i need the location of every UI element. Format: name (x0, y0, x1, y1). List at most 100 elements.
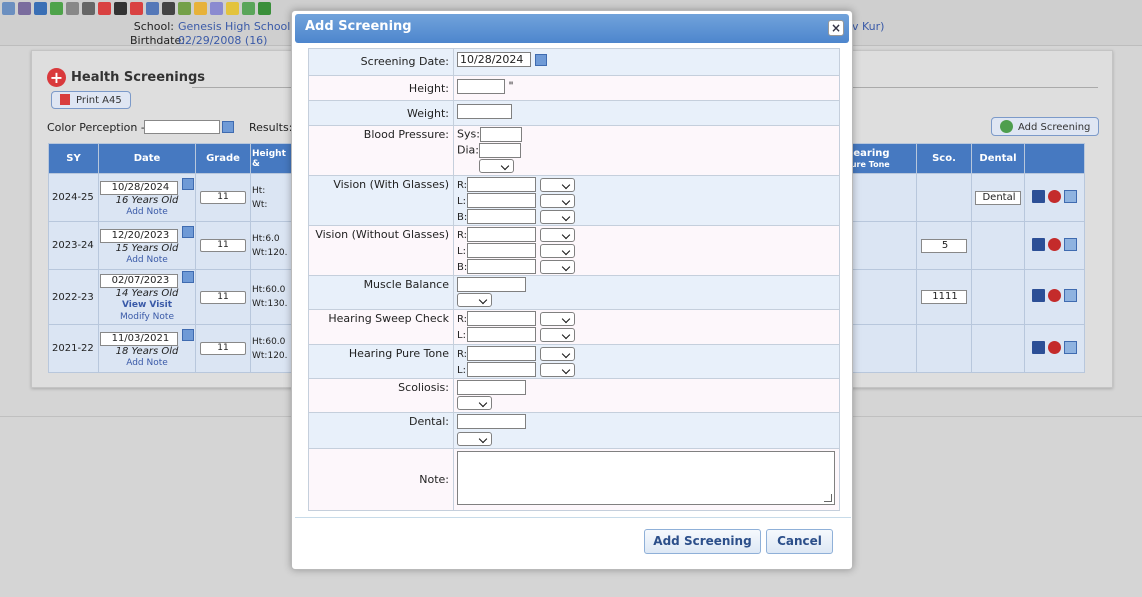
dental-input[interactable] (457, 414, 526, 429)
calendar-icon[interactable] (181, 177, 194, 190)
details-icon[interactable] (1064, 237, 1078, 251)
details-icon[interactable] (1064, 289, 1078, 302)
row-ht-value[interactable]: 60.0 (265, 337, 285, 347)
alert-icon[interactable] (130, 2, 143, 15)
row-dental-input[interactable]: Dental (975, 190, 1021, 205)
hearing-sweep-l-input[interactable] (467, 327, 536, 342)
heart-icon[interactable] (50, 2, 63, 15)
print-a45-button[interactable]: Print A45 (51, 91, 131, 109)
vision-without-b-select[interactable] (539, 259, 575, 274)
pill-icon[interactable] (98, 2, 111, 15)
col-hearing[interactable]: Hearing Pure Tone (843, 143, 917, 174)
save-icon[interactable] (1031, 189, 1045, 203)
hearing-sweep-r-input[interactable] (467, 311, 536, 326)
vision-without-l-input[interactable] (467, 243, 536, 258)
hearing-sweep-r-select[interactable] (539, 311, 575, 326)
dialog-header[interactable]: Add Screening × (295, 14, 849, 43)
student-icon[interactable] (2, 2, 15, 15)
runner-icon[interactable] (66, 2, 79, 15)
vision-without-r-input[interactable] (467, 227, 536, 242)
resize-handle-icon[interactable] (824, 494, 832, 502)
screening-date-input[interactable]: 10/28/2024 (457, 52, 531, 67)
hearing-pure-l-input[interactable] (467, 362, 536, 377)
vision-with-r-select[interactable] (539, 177, 575, 192)
details-icon[interactable] (1064, 189, 1078, 203)
col-grade[interactable]: Grade (195, 143, 251, 174)
col-date[interactable]: Date (98, 143, 196, 174)
hearing-sweep-l-select[interactable] (539, 327, 575, 342)
puzzle-icon[interactable] (242, 2, 255, 15)
row-ht-value[interactable]: 60.0 (265, 285, 285, 295)
weight-input[interactable] (457, 104, 512, 119)
row-sco-input[interactable]: 1111 (921, 290, 967, 304)
row-wt-value[interactable]: 120. (267, 248, 287, 258)
hearing-pure-l-select[interactable] (539, 362, 575, 377)
delete-icon[interactable] (1048, 189, 1061, 203)
vision-with-r-input[interactable] (467, 177, 536, 192)
muscle-balance-select[interactable] (457, 293, 492, 307)
delete-icon[interactable] (1048, 237, 1061, 251)
book-icon[interactable] (34, 2, 47, 15)
schedule-icon[interactable] (146, 2, 159, 15)
student-extra-link[interactable]: v Kur) (852, 20, 884, 33)
dental-select[interactable] (457, 432, 492, 446)
tool-icon[interactable] (82, 2, 95, 15)
height-input[interactable] (457, 79, 505, 94)
save-icon[interactable] (1031, 237, 1045, 251)
row-note-link[interactable]: Add Note (126, 358, 168, 368)
row-grade-select[interactable]: 11 (200, 191, 246, 204)
col-height[interactable]: Height & (250, 143, 296, 174)
chart-icon[interactable] (194, 2, 207, 15)
details-icon[interactable] (1064, 340, 1078, 354)
hearing-pure-r-select[interactable] (539, 346, 575, 361)
star-icon[interactable] (226, 2, 239, 15)
calendar-icon[interactable] (181, 271, 194, 283)
col-sco[interactable]: Sco. (916, 143, 972, 174)
add-screening-button[interactable]: Add Screening (644, 529, 761, 554)
bus-icon[interactable] (178, 2, 191, 15)
row-date-input[interactable]: 12/20/2023 (100, 228, 179, 243)
color-perception-input[interactable] (144, 120, 220, 134)
vision-without-r-select[interactable] (539, 227, 575, 242)
palette-icon[interactable] (210, 2, 223, 15)
view-visit-link[interactable]: View Visit (122, 300, 172, 310)
dia-input[interactable] (478, 143, 521, 158)
save-icon[interactable] (1031, 289, 1045, 302)
people-icon[interactable] (18, 2, 31, 15)
bp-select[interactable] (479, 159, 514, 173)
sys-input[interactable] (479, 127, 522, 142)
close-icon[interactable]: × (828, 20, 844, 36)
calendar-icon[interactable] (534, 53, 547, 66)
row-sco-input[interactable]: 5 (921, 238, 967, 253)
vision-with-b-select[interactable] (539, 209, 575, 224)
row-date-input[interactable]: 11/03/2021 (100, 331, 179, 346)
row-note-link[interactable]: Add Note (126, 255, 168, 265)
row-grade-select[interactable]: 11 (200, 239, 246, 252)
col-sy[interactable]: SY (48, 143, 99, 174)
vision-with-l-select[interactable] (539, 193, 575, 208)
row-grade-select[interactable]: 11 (200, 342, 246, 355)
row-note-link[interactable]: Add Note (126, 207, 168, 217)
row-date-input[interactable]: 10/28/2024 (100, 180, 179, 195)
save-icon[interactable] (1031, 340, 1045, 354)
row-wt-value[interactable]: 130. (267, 299, 287, 309)
circle-icon[interactable] (258, 2, 271, 15)
walker-icon[interactable] (162, 2, 175, 15)
row-ht-value[interactable]: 6.0 (265, 234, 279, 244)
grades-icon[interactable] (114, 2, 127, 15)
calendar-icon[interactable] (181, 328, 194, 341)
vision-with-b-input[interactable] (467, 209, 536, 224)
modify-note-link[interactable]: Modify Note (120, 312, 174, 322)
col-dental[interactable]: Dental (971, 143, 1025, 174)
row-date-input[interactable]: 02/07/2023 (100, 274, 179, 288)
delete-icon[interactable] (1048, 289, 1061, 302)
calendar-icon[interactable] (181, 225, 194, 238)
row-grade-select[interactable]: 11 (200, 290, 246, 304)
vision-with-l-input[interactable] (467, 193, 536, 208)
vision-without-l-select[interactable] (539, 243, 575, 258)
row-wt-value[interactable]: 120. (267, 351, 287, 361)
vision-without-b-input[interactable] (467, 259, 536, 274)
school-value[interactable]: Genesis High School (178, 20, 290, 33)
hearing-pure-r-input[interactable] (467, 346, 536, 361)
delete-icon[interactable] (1048, 340, 1061, 354)
